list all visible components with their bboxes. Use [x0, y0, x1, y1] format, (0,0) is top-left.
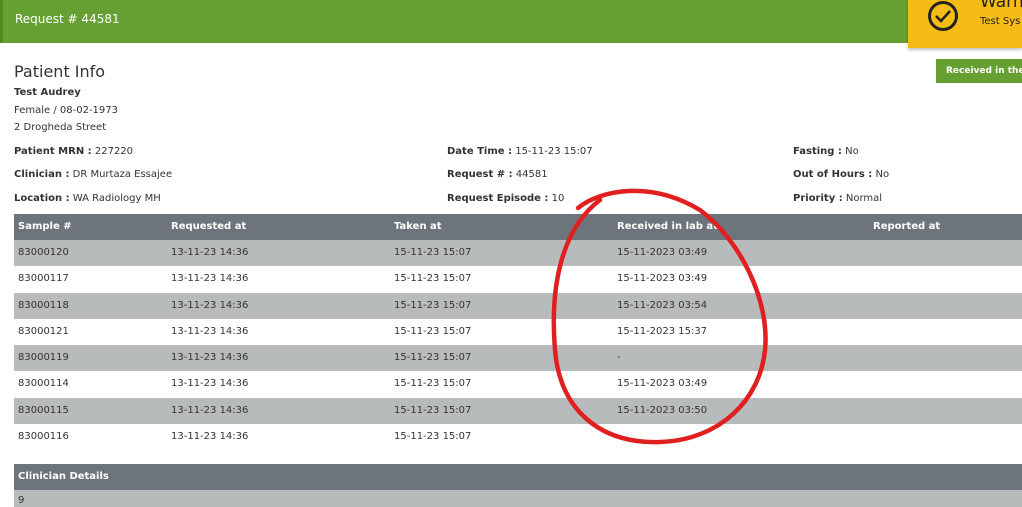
sample-number: 83000120: [18, 247, 69, 258]
taken-at: 15-11-23 15:07: [394, 273, 472, 285]
requested-at: 13-11-23 14:36: [171, 431, 249, 443]
requested-at: 13-11-23 14:36: [171, 247, 249, 258]
taken-at: 15-11-23 15:07: [394, 378, 472, 390]
request-number: Request # : 44581: [447, 169, 548, 180]
table-header: Sample # Requested at Taken at Received …: [14, 214, 1022, 240]
request-number-value: 44581: [512, 169, 548, 180]
table-row[interactable]: 83000118 13-11-23 14:36 15-11-23 15:07 1…: [14, 292, 1022, 319]
received-in-lab-at: 15-11-2023 03:50: [617, 404, 708, 416]
column-header-received-in-lab-at[interactable]: Received in lab at: [617, 214, 718, 240]
out-of-hours: Out of Hours : No: [793, 169, 889, 180]
location-label: Location :: [14, 193, 70, 204]
page-title: Patient Info: [14, 62, 106, 81]
date-time-value: 15-11-23 15:07: [512, 146, 593, 157]
patient-mrn-value: 227220: [91, 146, 134, 157]
fasting-label: Fasting :: [793, 146, 842, 157]
table-row[interactable]: 83000117 13-11-23 14:36 15-11-23 15:07 1…: [14, 266, 1022, 293]
fasting: Fasting : No: [793, 146, 859, 157]
patient-mrn: Patient MRN : 227220: [14, 146, 133, 157]
received-status-button[interactable]: Received in the la: [936, 59, 1022, 83]
request-episode: Request Episode : 10: [447, 193, 564, 204]
request-episode-value: 10: [548, 193, 565, 204]
received-in-lab-at: 15-11-2023 15:37: [617, 325, 708, 337]
table-row[interactable]: 83000116 13-11-23 14:36 15-11-23 15:07: [14, 424, 1022, 451]
request-episode-label: Request Episode :: [447, 193, 549, 204]
date-time-label: Date Time :: [447, 146, 513, 157]
sample-number: 83000116: [18, 431, 69, 443]
column-header-requested-at[interactable]: Requested at: [171, 214, 246, 240]
patient-mrn-label: Patient MRN :: [14, 146, 92, 157]
received-in-lab-at: -: [617, 352, 621, 364]
clinician-value: DR Murtaza Essajee: [69, 169, 173, 180]
check-circle-icon: [928, 1, 958, 31]
request-title: Request # 44581: [15, 12, 120, 26]
date-time: Date Time : 15-11-23 15:07: [447, 146, 593, 157]
sample-number: 83000118: [18, 299, 69, 311]
out-of-hours-label: Out of Hours :: [793, 169, 873, 180]
received-in-lab-at: 15-11-2023 03:49: [617, 247, 708, 258]
column-header-taken-at[interactable]: Taken at: [394, 214, 442, 240]
table-row[interactable]: 83000119 13-11-23 14:36 15-11-23 15:07 -: [14, 345, 1022, 372]
warning-toast[interactable]: Warni Test Sys: [908, 0, 1022, 48]
taken-at: 15-11-23 15:07: [394, 299, 472, 311]
clinician-details-value: 9: [14, 490, 1022, 507]
clinician: Clinician : DR Murtaza Essajee: [14, 169, 172, 180]
sample-number: 83000119: [18, 352, 69, 364]
taken-at: 15-11-23 15:07: [394, 352, 472, 364]
location: Location : WA Radiology MH: [14, 193, 161, 204]
column-header-reported-at[interactable]: Reported at: [873, 214, 940, 240]
out-of-hours-value: No: [872, 169, 890, 180]
taken-at: 15-11-23 15:07: [394, 404, 472, 416]
requested-at: 13-11-23 14:36: [171, 378, 249, 390]
samples-table: Sample # Requested at Taken at Received …: [14, 214, 1022, 451]
requested-at: 13-11-23 14:36: [171, 299, 249, 311]
received-in-lab-at: 15-11-2023 03:49: [617, 378, 708, 390]
patient-name: Test Audrey: [14, 87, 81, 98]
table-row[interactable]: 83000121 13-11-23 14:36 15-11-23 15:07 1…: [14, 318, 1022, 346]
taken-at: 15-11-23 15:07: [394, 431, 472, 443]
priority-label: Priority :: [793, 193, 843, 204]
table-row[interactable]: 83000120 13-11-23 14:36 15-11-23 15:07 1…: [14, 240, 1022, 267]
clinician-label: Clinician :: [14, 169, 70, 180]
taken-at: 15-11-23 15:07: [394, 247, 472, 258]
table-row[interactable]: 83000115 13-11-23 14:36 15-11-23 15:07 1…: [14, 397, 1022, 425]
toast-text: Test Sys: [980, 16, 1021, 27]
patient-address: 2 Drogheda Street: [14, 122, 107, 133]
taken-at: 15-11-23 15:07: [394, 325, 472, 337]
sample-number: 83000117: [18, 273, 69, 285]
top-bar: Request # 44581: [0, 0, 1022, 43]
clinician-details-heading: Clinician Details: [14, 464, 1022, 490]
received-in-lab-at: 15-11-2023 03:54: [617, 299, 708, 311]
priority-value: Normal: [842, 193, 883, 204]
toast-title: Warni: [980, 0, 1022, 12]
sample-number: 83000121: [18, 325, 69, 337]
fasting-value: No: [841, 146, 859, 157]
received-in-lab-at: 15-11-2023 03:49: [617, 273, 708, 285]
column-header-sample[interactable]: Sample #: [18, 214, 72, 240]
patient-sex-dob: Female / 08-02-1973: [14, 105, 118, 116]
table-row[interactable]: 83000114 13-11-23 14:36 15-11-23 15:07 1…: [14, 371, 1022, 398]
location-value: WA Radiology MH: [69, 193, 161, 204]
priority: Priority : Normal: [793, 193, 882, 204]
requested-at: 13-11-23 14:36: [171, 273, 249, 285]
sample-number: 83000114: [18, 378, 69, 390]
requested-at: 13-11-23 14:36: [171, 352, 249, 364]
requested-at: 13-11-23 14:36: [171, 404, 249, 416]
requested-at: 13-11-23 14:36: [171, 325, 249, 337]
request-number-label: Request # :: [447, 169, 513, 180]
sample-number: 83000115: [18, 404, 69, 416]
